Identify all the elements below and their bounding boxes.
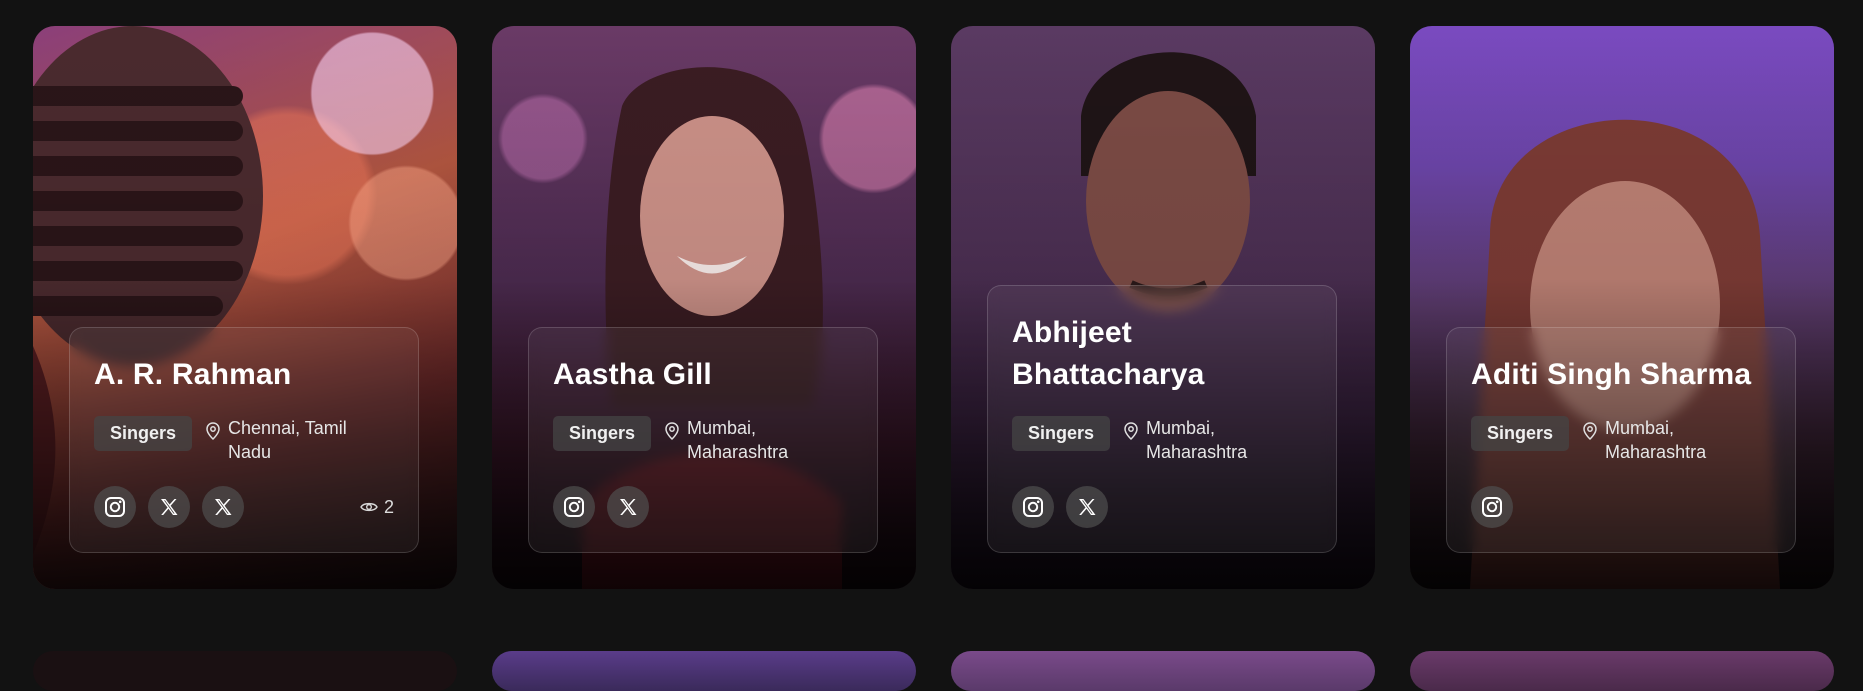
social-links [1471, 486, 1771, 528]
instagram-button[interactable] [94, 486, 136, 528]
instagram-button[interactable] [553, 486, 595, 528]
artist-card-peek[interactable] [492, 651, 916, 691]
view-count: 2 [360, 497, 394, 518]
artist-info-panel: Abhijeet Bhattacharya Singers Mumbai, Ma… [987, 285, 1337, 553]
artist-info-panel: Aditi Singh Sharma Singers Mumbai, Mahar… [1446, 327, 1796, 553]
artist-location: Mumbai, Maharashtra [1583, 416, 1743, 464]
artist-name[interactable]: Aastha Gill [553, 354, 853, 396]
x-icon [215, 499, 232, 515]
artist-card[interactable]: A. R. Rahman Singers Chennai, Tamil Nadu [33, 26, 457, 589]
instagram-icon [1023, 497, 1043, 517]
x-button[interactable] [1066, 486, 1108, 528]
artist-card-peek[interactable] [951, 651, 1375, 691]
instagram-button[interactable] [1012, 486, 1054, 528]
eye-icon [360, 502, 378, 512]
social-links: 2 [94, 486, 394, 528]
artist-card[interactable]: Abhijeet Bhattacharya Singers Mumbai, Ma… [951, 26, 1375, 589]
instagram-icon [105, 497, 125, 517]
map-pin-icon [206, 422, 220, 440]
category-badge[interactable]: Singers [553, 416, 652, 451]
artist-card[interactable]: Aditi Singh Sharma Singers Mumbai, Mahar… [1410, 26, 1834, 589]
instagram-button[interactable] [1471, 486, 1513, 528]
x-icon [161, 499, 178, 515]
artist-name[interactable]: Abhijeet Bhattacharya [1012, 312, 1312, 396]
artist-meta: Singers Mumbai, Maharashtra [1012, 416, 1312, 464]
location-text: Mumbai, Maharashtra [1605, 418, 1707, 462]
social-links [553, 486, 853, 528]
artist-card-peek[interactable] [1410, 651, 1834, 691]
social-links [1012, 486, 1312, 528]
artist-name[interactable]: A. R. Rahman [94, 354, 394, 396]
x-icon [1079, 499, 1096, 515]
artist-card[interactable]: Aastha Gill Singers Mumbai, Maharashtra [492, 26, 916, 589]
artist-info-panel: Aastha Gill Singers Mumbai, Maharashtra [528, 327, 878, 553]
artist-location: Mumbai, Maharashtra [1124, 416, 1284, 464]
x-button[interactable] [607, 486, 649, 528]
location-text: Mumbai, Maharashtra [687, 418, 789, 462]
artist-meta: Singers Mumbai, Maharashtra [1471, 416, 1771, 464]
map-pin-icon [1583, 422, 1597, 440]
location-text: Chennai, Tamil Nadu [228, 418, 347, 462]
category-badge[interactable]: Singers [94, 416, 193, 451]
map-pin-icon [665, 422, 679, 440]
artist-location: Mumbai, Maharashtra [665, 416, 825, 464]
instagram-icon [564, 497, 584, 517]
location-text: Mumbai, Maharashtra [1146, 418, 1248, 462]
map-pin-icon [1124, 422, 1138, 440]
artist-location: Chennai, Tamil Nadu [206, 416, 366, 464]
artist-info-panel: A. R. Rahman Singers Chennai, Tamil Nadu [69, 327, 419, 553]
x-button[interactable] [202, 486, 244, 528]
view-count-value: 2 [383, 496, 394, 517]
artist-meta: Singers Mumbai, Maharashtra [553, 416, 853, 464]
category-badge[interactable]: Singers [1471, 416, 1570, 451]
category-badge[interactable]: Singers [1012, 416, 1111, 451]
artist-name[interactable]: Aditi Singh Sharma [1471, 354, 1771, 396]
artist-meta: Singers Chennai, Tamil Nadu [94, 416, 394, 464]
artist-card-peek[interactable] [33, 651, 457, 691]
instagram-icon [1482, 497, 1502, 517]
x-button[interactable] [148, 486, 190, 528]
x-icon [620, 499, 637, 515]
